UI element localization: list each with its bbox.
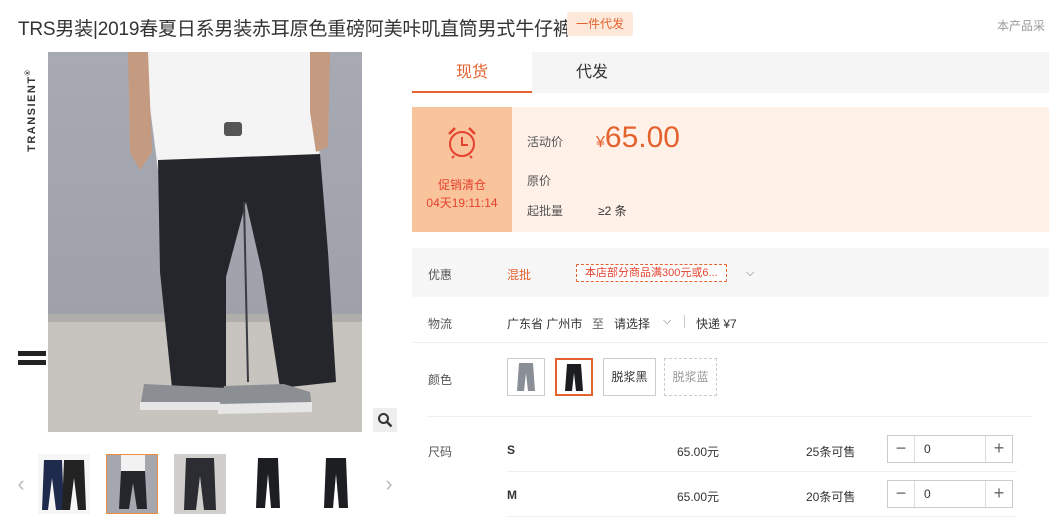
divider (507, 471, 1017, 472)
stock-tabs: 现货 代发 (412, 52, 1049, 93)
activity-price: ¥65.00 (596, 121, 680, 155)
chevron-down-icon[interactable]: ⌵ (663, 315, 671, 328)
increment-button[interactable]: + (985, 436, 1012, 462)
divider (412, 342, 1049, 343)
size-price: 65.00元 (677, 490, 720, 504)
header-right-note[interactable]: 本产品采 (997, 17, 1045, 34)
thumbnail[interactable] (174, 454, 226, 514)
main-product-image[interactable] (48, 52, 362, 432)
chevron-left-icon[interactable]: ‹ (14, 471, 28, 496)
mixed-batch-tag: 混批 (507, 268, 532, 282)
zoom-button[interactable] (373, 408, 397, 432)
chevron-right-icon[interactable]: › (382, 471, 396, 496)
tab-dropship[interactable]: 代发 (532, 52, 652, 93)
thumbnail[interactable] (242, 454, 294, 514)
moq-value: ≥2 条 (598, 204, 627, 218)
size-name: S (507, 443, 516, 457)
color-option-grey[interactable] (507, 358, 545, 396)
moq-label: 起批量 (527, 204, 564, 218)
size-name: M (507, 488, 517, 502)
coupon-badge[interactable]: 本店部分商品满300元或6... (576, 264, 727, 282)
quantity-input[interactable]: 0 (924, 487, 931, 501)
color-option-washed-blue[interactable]: 脱浆蓝 (664, 358, 717, 396)
thumbnail-strip: ‹ › (10, 450, 405, 520)
decrement-button[interactable]: − (888, 436, 915, 462)
menu-icon (18, 351, 46, 367)
quantity-stepper: − 0 + (887, 435, 1013, 463)
search-icon (378, 413, 393, 428)
chevron-down-icon[interactable]: ⌵ (746, 267, 754, 280)
dropship-tag[interactable]: 一件代发 (567, 12, 634, 36)
size-stock: 25条可售 (806, 445, 856, 459)
thumbnail[interactable] (38, 454, 90, 514)
size-price: 65.00元 (677, 445, 720, 459)
brand-logo-vertical: TRANSIENT® (20, 68, 46, 160)
product-page: TRS男装|2019春夏日系男装赤耳原色重磅阿美咔叽直筒男式牛仔裤 一件代发 本… (0, 0, 1049, 523)
promo-badge: 促销清仓 04天19:11:14 (412, 107, 512, 232)
divider (684, 315, 685, 328)
tab-in-stock[interactable]: 现货 (412, 52, 532, 93)
express-fee: 快递 ¥7 (696, 317, 737, 331)
logistics-label: 物流 (428, 317, 453, 331)
color-option-black[interactable] (555, 358, 593, 396)
decrement-button[interactable]: − (888, 481, 915, 507)
jeans-model-photo (48, 52, 362, 432)
discount-label: 优惠 (428, 268, 453, 282)
brand-logo-text: TRANSIENT® (25, 68, 38, 152)
activity-price-label: 活动价 (527, 135, 564, 149)
ship-to-word: 至 (592, 317, 605, 331)
original-price-label: 原价 (527, 174, 552, 188)
destination-select[interactable]: 请选择 (614, 315, 650, 332)
quantity-stepper: − 0 + (887, 480, 1013, 508)
alarm-clock-icon (448, 127, 476, 159)
ship-from: 广东省 广州市 (507, 317, 583, 331)
promo-countdown: 04天19:11:14 (426, 196, 498, 210)
divider (427, 416, 1032, 417)
color-option-washed-black[interactable]: 脱浆黑 (603, 358, 656, 396)
thumbnail-active[interactable] (106, 454, 158, 514)
quantity-input[interactable]: 0 (924, 442, 931, 456)
product-title: TRS男装|2019春夏日系男装赤耳原色重磅阿美咔叽直筒男式牛仔裤 (18, 19, 572, 40)
promo-label: 促销清仓 (437, 178, 486, 192)
currency-symbol: ¥ (596, 134, 605, 151)
size-stock: 20条可售 (806, 490, 856, 504)
color-label: 颜色 (428, 373, 453, 387)
price-panel: 促销清仓 04天19:11:14 活动价 ¥65.00 原价 起批量 ≥2 条 (412, 107, 1049, 232)
price-value: 65.00 (604, 121, 680, 154)
size-label: 尺码 (428, 445, 453, 459)
thumbnail[interactable] (310, 454, 362, 514)
divider (507, 516, 1017, 517)
increment-button[interactable]: + (985, 481, 1012, 507)
